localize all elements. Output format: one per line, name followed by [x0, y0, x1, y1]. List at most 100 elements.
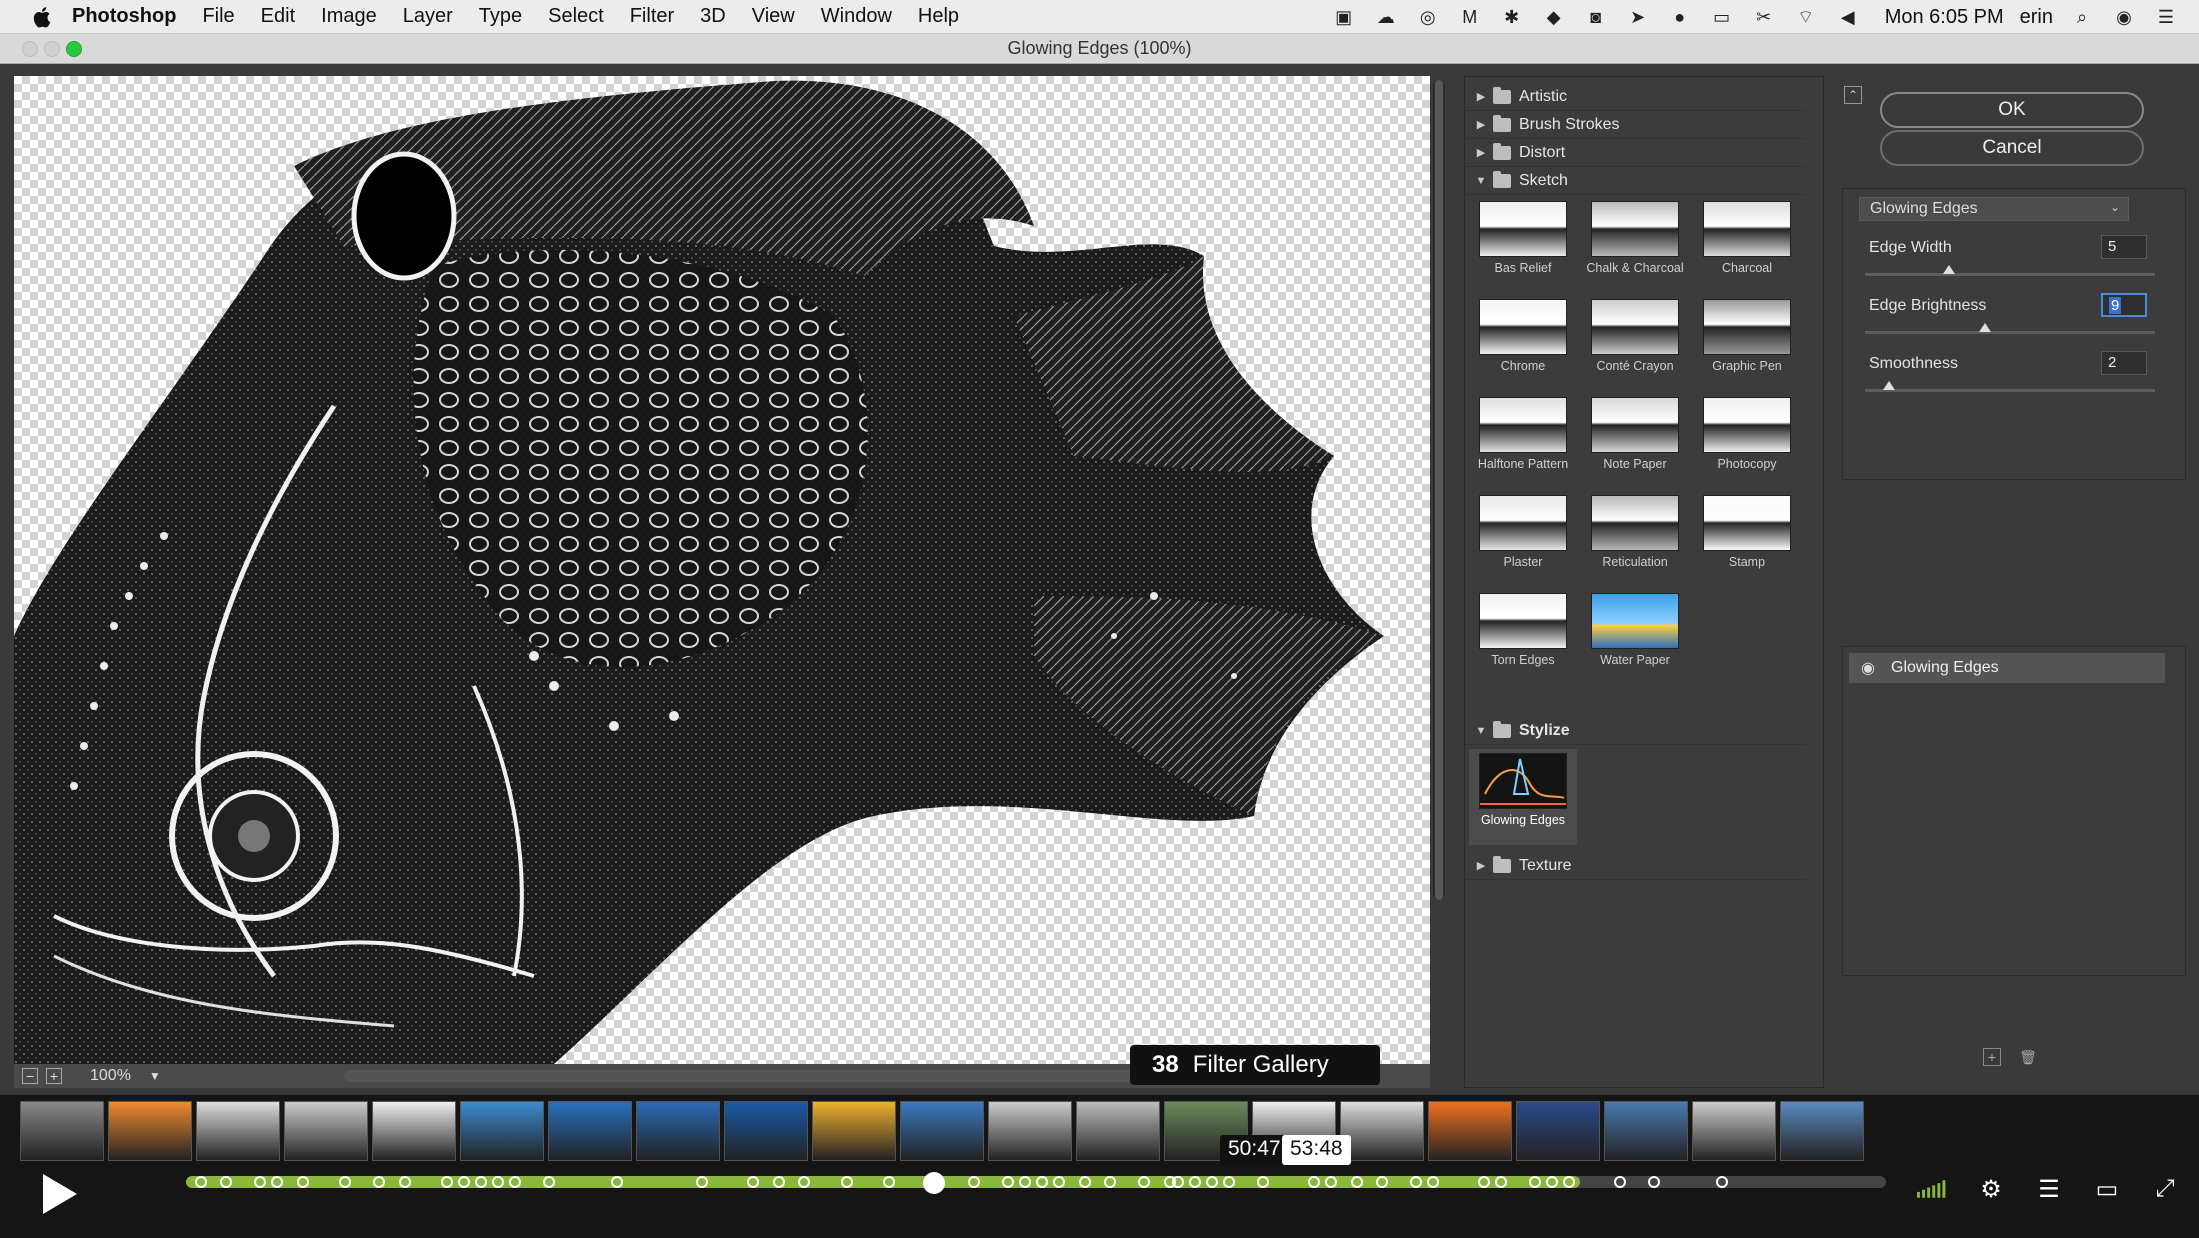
wifi-icon[interactable]: ⌔ [1793, 6, 1819, 28]
chapter-marker[interactable] [1529, 1176, 1541, 1188]
chapter-marker[interactable] [254, 1176, 266, 1188]
chapter-thumbnail[interactable] [1340, 1101, 1424, 1161]
filter-thumb-photocopy[interactable]: Photocopy [1693, 397, 1801, 487]
chapter-marker[interactable] [509, 1176, 521, 1188]
siri-icon[interactable]: ◉ [2111, 6, 2137, 28]
chapter-thumbnail[interactable] [1692, 1101, 1776, 1161]
chapter-marker[interactable] [1104, 1176, 1116, 1188]
folder-distort[interactable]: ▶ Distort [1465, 139, 1805, 167]
menu-type[interactable]: Type [479, 5, 522, 28]
filter-thumb-graphic-pen[interactable]: Graphic Pen [1693, 299, 1801, 389]
edge-brightness-slider-handle[interactable] [1979, 323, 1991, 332]
chapter-marker[interactable] [373, 1176, 385, 1188]
progress-scrubber[interactable] [923, 1172, 945, 1194]
folder-artistic[interactable]: ▶ Artistic [1465, 83, 1805, 111]
bluetooth-icon[interactable]: ✱ [1499, 6, 1525, 28]
spotlight-search-icon[interactable]: ⌕ [2069, 6, 2095, 28]
chapter-marker[interactable] [1427, 1176, 1439, 1188]
chapter-marker[interactable] [1223, 1176, 1235, 1188]
eye-visibility-icon[interactable]: ◉ [1855, 658, 1881, 678]
chapter-marker[interactable] [747, 1176, 759, 1188]
airplay-icon[interactable]: ▭ [1709, 6, 1735, 28]
chapter-thumbnail[interactable] [20, 1101, 104, 1161]
chapter-thumbnail[interactable] [1516, 1101, 1600, 1161]
chapter-marker[interactable] [1614, 1176, 1626, 1188]
menu-3d[interactable]: 3D [700, 5, 726, 28]
chapter-thumbnail[interactable] [988, 1101, 1072, 1161]
notification-center-icon[interactable]: ☰ [2153, 6, 2179, 28]
filter-thumb-note-paper[interactable]: Note Paper [1581, 397, 1689, 487]
edge-width-slider-track[interactable] [1865, 273, 2155, 276]
chapter-thumbnail[interactable] [460, 1101, 544, 1161]
progress-bar[interactable] [186, 1172, 1886, 1194]
chapter-marker[interactable] [1189, 1176, 1201, 1188]
chapter-marker[interactable] [1563, 1176, 1575, 1188]
cast-icon[interactable]: ➤ [1625, 6, 1651, 28]
new-effect-layer-icon[interactable]: + [1983, 1048, 2001, 1066]
menu-window[interactable]: Window [821, 5, 892, 28]
chapter-marker[interactable] [1308, 1176, 1320, 1188]
chapter-thumbnail[interactable] [548, 1101, 632, 1161]
zoom-out-button[interactable]: − [22, 1068, 38, 1084]
expand-arrow-icon[interactable]: ▶ [1469, 146, 1493, 159]
chapter-marker[interactable] [1002, 1176, 1014, 1188]
airplay-icon[interactable]: ▭ [2091, 1175, 2123, 1203]
filter-thumb-chalk-charcoal[interactable]: Chalk & Charcoal [1581, 201, 1689, 291]
play-button[interactable] [30, 1165, 88, 1223]
menu-image[interactable]: Image [321, 5, 377, 28]
chapter-marker[interactable] [1716, 1176, 1728, 1188]
chapter-marker[interactable] [1495, 1176, 1507, 1188]
scrollbar-thumb[interactable] [1435, 80, 1443, 900]
chapter-marker[interactable] [458, 1176, 470, 1188]
chapter-thumbnail[interactable] [636, 1101, 720, 1161]
folder-sketch[interactable]: ▼ Sketch [1465, 167, 1805, 195]
minimize-window-button[interactable] [44, 41, 60, 57]
edge-brightness-input[interactable]: 9 [2101, 293, 2147, 317]
close-window-button[interactable] [22, 41, 38, 57]
chapter-marker[interactable] [441, 1176, 453, 1188]
expand-arrow-icon[interactable]: ▶ [1469, 90, 1493, 103]
chapter-marker[interactable] [1546, 1176, 1558, 1188]
record-icon[interactable]: ● [1667, 6, 1693, 28]
filter-thumb-plaster[interactable]: Plaster [1469, 495, 1577, 585]
effect-layer-row[interactable]: ◉ Glowing Edges [1849, 653, 2165, 683]
ok-button[interactable]: OK [1880, 92, 2144, 128]
chapter-marker[interactable] [1053, 1176, 1065, 1188]
chapter-marker[interactable] [1138, 1176, 1150, 1188]
filter-thumb-charcoal[interactable]: Charcoal [1693, 201, 1801, 291]
chapter-thumbnail[interactable] [196, 1101, 280, 1161]
smoothness-input[interactable]: 2 [2101, 351, 2147, 375]
zoom-dropdown-icon[interactable]: ▼ [149, 1069, 161, 1083]
chapter-marker[interactable] [1648, 1176, 1660, 1188]
chapter-marker[interactable] [1325, 1176, 1337, 1188]
chapter-thumbnail[interactable] [724, 1101, 808, 1161]
collapse-arrow-icon[interactable]: ▼ [1469, 725, 1493, 737]
chapter-marker[interactable] [194, 1176, 207, 1188]
edge-width-slider-handle[interactable] [1943, 265, 1955, 274]
chapter-marker[interactable] [883, 1176, 895, 1188]
filter-thumb-torn-edges[interactable]: Torn Edges [1469, 593, 1577, 683]
menubar-user[interactable]: erin [2020, 6, 2053, 29]
volume-bars-icon[interactable] [1917, 1175, 1949, 1203]
chapter-thumbnail[interactable] [1604, 1101, 1688, 1161]
chapter-marker[interactable] [840, 1176, 853, 1188]
app-name-menu[interactable]: Photoshop [72, 5, 176, 28]
chapter-marker[interactable] [968, 1176, 980, 1188]
menu-filter[interactable]: Filter [630, 5, 674, 28]
menu-help[interactable]: Help [918, 5, 959, 28]
chapter-thumbnail[interactable] [372, 1101, 456, 1161]
chapter-marker[interactable] [271, 1176, 283, 1188]
zoom-level[interactable]: 100% [90, 1067, 131, 1085]
chapter-marker[interactable] [492, 1176, 504, 1188]
smoothness-slider-track[interactable] [1865, 389, 2155, 392]
chapter-thumbnail[interactable] [284, 1101, 368, 1161]
filter-thumb-reticulation[interactable]: Reticulation [1581, 495, 1689, 585]
chapter-marker[interactable] [696, 1176, 708, 1188]
expand-arrow-icon[interactable]: ▶ [1469, 118, 1493, 131]
filter-thumb-cont-crayon[interactable]: Conté Crayon [1581, 299, 1689, 389]
dropbox-icon[interactable]: ◆ [1541, 6, 1567, 28]
edge-width-input[interactable]: 5 [2101, 235, 2147, 259]
cancel-button[interactable]: Cancel [1880, 130, 2144, 166]
chapter-marker[interactable] [1257, 1176, 1269, 1188]
filter-thumb-chrome[interactable]: Chrome [1469, 299, 1577, 389]
